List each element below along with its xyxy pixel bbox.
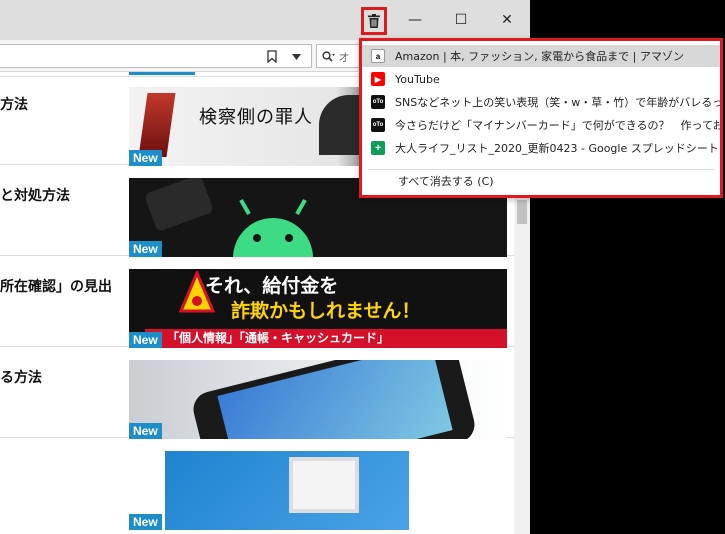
phone-screen [217,360,453,439]
title-bar: — ☐ ✕ [0,0,530,40]
trash-icon [368,14,380,28]
thumbnail-caption: 検察側の罪人 [199,107,313,128]
history-dropdown: a Amazon | 本, ファッション, 家電から食品まで | アマゾン ▶ … [359,38,723,198]
thumbnail-banner: 「個人情報」「通帳・キャッシュカード」 [145,329,507,348]
amazon-icon: a [371,49,385,63]
article-thumbnail[interactable]: New [129,360,507,439]
clear-all-button[interactable]: すべて消去する (C) [398,173,494,189]
maximize-button[interactable]: ☐ [438,0,484,40]
youtube-icon: ▶ [371,72,385,86]
history-item-label: 大人ライフ_リスト_2020_更新0423 - Google スプレッドシート [395,142,719,155]
article-item[interactable]: る方法 New [0,347,514,439]
article-title[interactable]: 方法 [0,94,122,114]
history-item-oto-1[interactable]: oTo SNSなどネット上の笑い表現（笑・w・草・竹）で年齢がバレるって知っ [362,91,720,113]
article-item[interactable]: 所在確認」の見出 それ、給付金を 詐欺かもしれません！ 「個人情報」「通帳・キャ… [0,256,514,348]
minimize-icon: — [408,12,422,28]
new-badge: New [129,423,162,439]
close-button[interactable]: ✕ [484,0,530,40]
oto-icon: oTo [371,118,385,132]
dropdown-arrow-icon[interactable] [292,54,301,60]
clear-history-button[interactable] [361,7,387,35]
article-title[interactable]: と対処方法 [0,185,122,205]
article-title[interactable]: る方法 [0,367,122,387]
history-item-amazon[interactable]: a Amazon | 本, ファッション, 家電から食品まで | アマゾン [362,45,720,67]
smart-display-image [289,457,359,513]
close-icon: ✕ [501,12,513,28]
new-badge: New [129,332,162,348]
search-text: オ [338,51,350,64]
decorative-shape [138,93,176,157]
thumbnail-caption: 詐欺かもしれません！ [231,300,421,322]
article-item[interactable]: New [0,438,514,530]
address-bar[interactable] [0,44,312,68]
divider [368,169,714,170]
maximize-icon: ☐ [454,12,468,28]
android-icon [233,199,313,257]
history-item-youtube[interactable]: ▶ YouTube [362,68,720,90]
article-thumbnail[interactable]: New [129,451,507,530]
new-badge: New [129,150,162,166]
sheets-icon: + [371,141,385,155]
new-badge: New [129,241,162,257]
article-thumbnail[interactable]: それ、給付金を 詐欺かもしれません！ 「個人情報」「通帳・キャッシュカード」 N… [129,269,507,348]
history-item-oto-2[interactable]: oTo 今さらだけど「マイナンバーカード」で何ができるの？ 作っておいたほうが [362,114,720,136]
oto-icon: oTo [371,95,385,109]
history-item-label: SNSなどネット上の笑い表現（笑・w・草・竹）で年齢がバレるって知っ [395,96,720,109]
new-badge: New [129,514,162,530]
bookmark-icon[interactable] [267,50,277,63]
thumbnail-caption: それ、給付金を [205,275,339,297]
history-item-sheets[interactable]: + 大人ライフ_リスト_2020_更新0423 - Google スプレッドシー… [362,137,720,159]
history-item-label: YouTube [395,72,440,86]
scrollbar-thumb[interactable] [517,200,527,224]
article-title[interactable]: 所在確認」の見出 [0,276,122,296]
search-icon [322,51,335,62]
minimize-button[interactable]: — [392,0,438,40]
history-item-label: 今さらだけど「マイナンバーカード」で何ができるの？ 作っておいたほうが [395,119,720,132]
decorative-shape [143,178,215,233]
history-item-label: Amazon | 本, ファッション, 家電から食品まで | アマゾン [395,50,684,63]
product-image [165,451,409,530]
warning-icon [178,271,216,313]
